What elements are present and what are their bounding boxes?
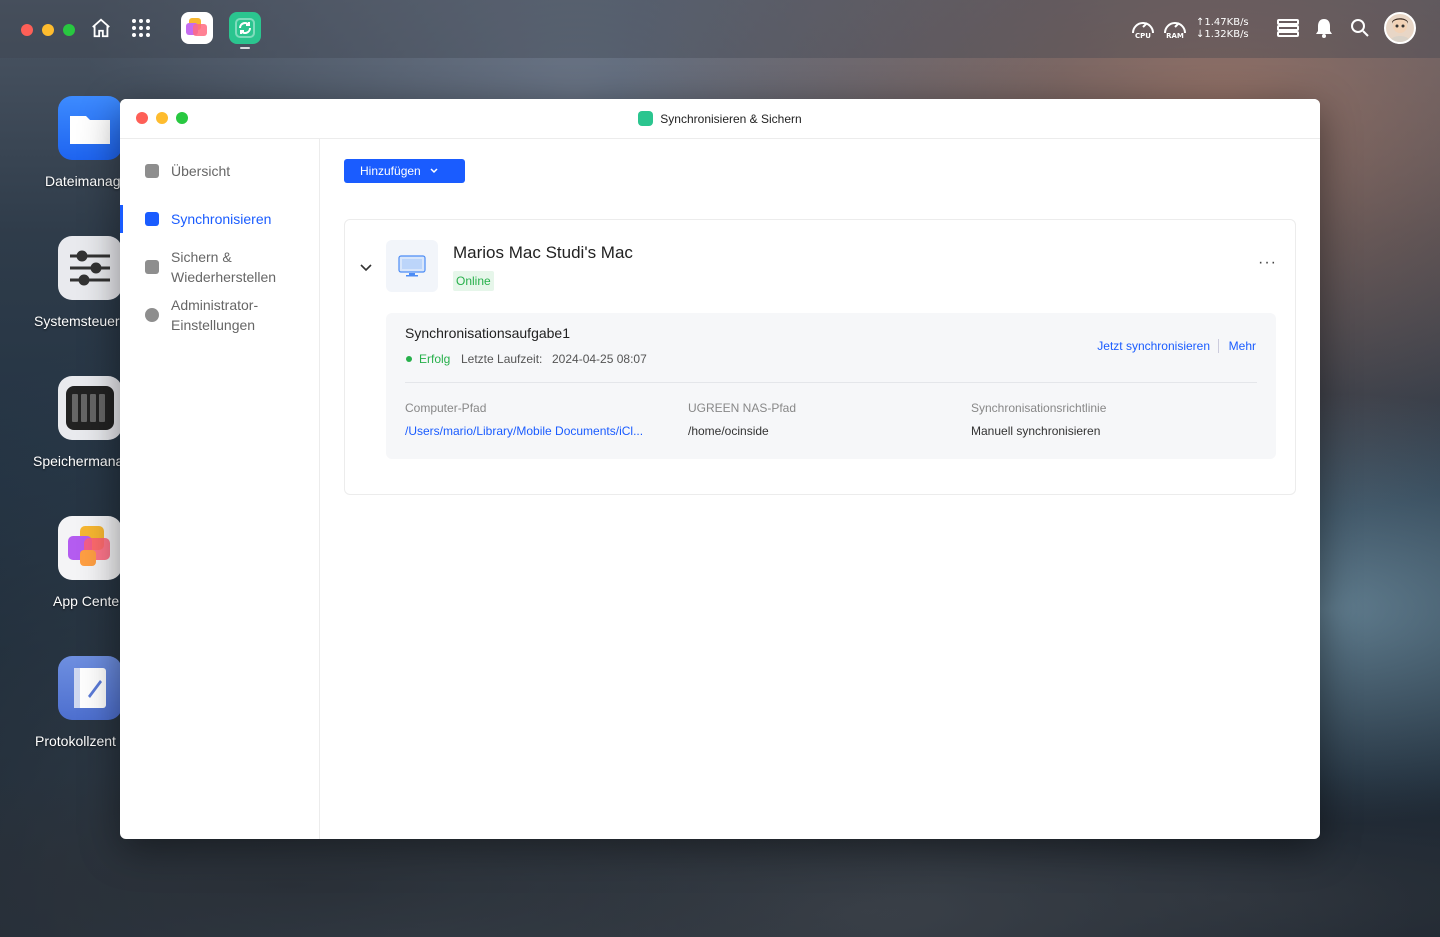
user-avatar[interactable] xyxy=(1384,12,1416,44)
maximize-dot[interactable] xyxy=(63,24,75,36)
ram-label: RAM xyxy=(1166,32,1184,40)
sync-backup-taskbar-icon[interactable] xyxy=(229,12,261,44)
ram-gauge-icon[interactable]: RAM xyxy=(1162,16,1188,42)
sync-policy-label: Synchronisationsrichtlinie xyxy=(971,401,1107,415)
upload-speed: ↑1.47KB/s xyxy=(1196,17,1249,28)
notification-bell-icon[interactable] xyxy=(1310,14,1338,42)
main-content: Hinzufügen Marios Mac Studi's Mac Online… xyxy=(320,139,1320,839)
search-icon[interactable] xyxy=(1346,14,1374,42)
control-panel-icon[interactable] xyxy=(58,236,122,300)
app-center-icon[interactable] xyxy=(58,516,122,580)
home-icon[interactable] xyxy=(87,14,115,42)
cpu-label: CPU xyxy=(1135,32,1151,40)
sidebar-item-label: Übersicht xyxy=(171,163,231,179)
task-divider xyxy=(405,382,1257,383)
chevron-down-icon xyxy=(430,168,438,174)
cpu-gauge-icon[interactable]: CPU xyxy=(1130,16,1156,42)
backup-icon xyxy=(145,260,159,274)
add-button-label: Hinzufügen xyxy=(360,164,421,178)
last-run-value: 2024-04-25 08:07 xyxy=(552,352,647,366)
desktop-label-control-panel[interactable]: Systemsteuer xyxy=(34,313,120,329)
sidebar: Übersicht Synchronisieren Sichern & Wied… xyxy=(120,139,320,839)
desktop-label-file-manager[interactable]: Dateimanag xyxy=(45,173,121,189)
sync-app-icon xyxy=(638,111,654,126)
sync-policy-value: Manuell synchronisieren xyxy=(971,424,1101,438)
sidebar-item-label: Synchronisieren xyxy=(171,211,272,227)
desktop-label-log-center[interactable]: Protokollzent xyxy=(35,733,116,749)
task-status: Erfolg xyxy=(419,352,451,366)
sync-now-link[interactable]: Jetzt synchronisieren xyxy=(1097,339,1210,353)
add-button[interactable]: Hinzufügen xyxy=(344,159,465,183)
overview-icon xyxy=(145,164,159,178)
sidebar-item-backup-restore[interactable]: Sichern & Wiederherstellen xyxy=(120,247,320,287)
desktop-label-app-center[interactable]: App Cente xyxy=(53,593,119,609)
log-center-icon[interactable] xyxy=(58,656,122,720)
sidebar-item-label-line1: Sichern & xyxy=(171,249,232,265)
sidebar-item-overview[interactable]: Übersicht xyxy=(120,161,320,181)
nas-path-label: UGREEN NAS-Pfad xyxy=(688,401,797,415)
window-title-text: Synchronisieren & Sichern xyxy=(660,112,802,126)
storage-manager-icon[interactable] xyxy=(58,376,122,440)
running-indicator xyxy=(240,47,250,49)
status-badge: Online xyxy=(453,271,494,291)
network-speed[interactable]: ↑1.47KB/s ↓1.32KB/s xyxy=(1196,17,1249,41)
sidebar-item-label-line2: Wiederherstellen xyxy=(171,269,277,285)
device-card: Marios Mac Studi's Mac Online ··· Synchr… xyxy=(344,219,1296,495)
window-titlebar[interactable]: Synchronisieren & Sichern xyxy=(120,99,1320,139)
computer-path-label: Computer-Pfad xyxy=(405,401,487,415)
last-run-label: Letzte Laufzeit: xyxy=(461,352,543,366)
close-dot[interactable] xyxy=(21,24,33,36)
sidebar-item-sync[interactable]: Synchronisieren xyxy=(120,209,320,229)
more-options-icon[interactable]: ··· xyxy=(1258,254,1277,272)
nas-path-value: /home/ocinside xyxy=(688,424,769,438)
sidebar-item-label-line1: Administrator- xyxy=(171,297,259,313)
top-bar: CPU RAM ↑1.47KB/s ↓1.32KB/s xyxy=(0,0,1440,58)
download-speed: ↓1.32KB/s xyxy=(1196,29,1249,40)
gear-icon xyxy=(145,308,159,322)
collapse-chevron-icon[interactable] xyxy=(359,260,373,274)
more-link[interactable]: Mehr xyxy=(1229,339,1256,353)
desktop-label-storage-manager[interactable]: Speichermana xyxy=(33,453,123,469)
app-grid-icon[interactable] xyxy=(127,14,155,42)
window-title: Synchronisieren & Sichern xyxy=(120,111,1320,126)
minimize-dot[interactable] xyxy=(42,24,54,36)
file-manager-icon[interactable] xyxy=(58,96,122,160)
app-center-taskbar-icon[interactable] xyxy=(181,12,213,44)
desktop-traffic-lights xyxy=(21,24,75,36)
sync-backup-window: Synchronisieren & Sichern Übersicht Sync… xyxy=(120,99,1320,839)
device-name: Marios Mac Studi's Mac xyxy=(453,243,633,262)
computer-icon xyxy=(386,240,438,292)
status-dot xyxy=(406,356,412,362)
sync-task: Synchronisationsaufgabe1 Erfolg Letzte L… xyxy=(386,313,1276,459)
task-manager-icon[interactable] xyxy=(1274,14,1302,42)
action-separator xyxy=(1218,339,1219,353)
computer-path-link[interactable]: /Users/mario/Library/Mobile Documents/iC… xyxy=(405,424,671,438)
sidebar-item-label-line2: Einstellungen xyxy=(171,317,256,333)
sidebar-item-admin-settings[interactable]: Administrator- Einstellungen xyxy=(120,295,320,335)
sync-icon xyxy=(145,212,159,226)
task-name: Synchronisationsaufgabe1 xyxy=(405,325,571,341)
